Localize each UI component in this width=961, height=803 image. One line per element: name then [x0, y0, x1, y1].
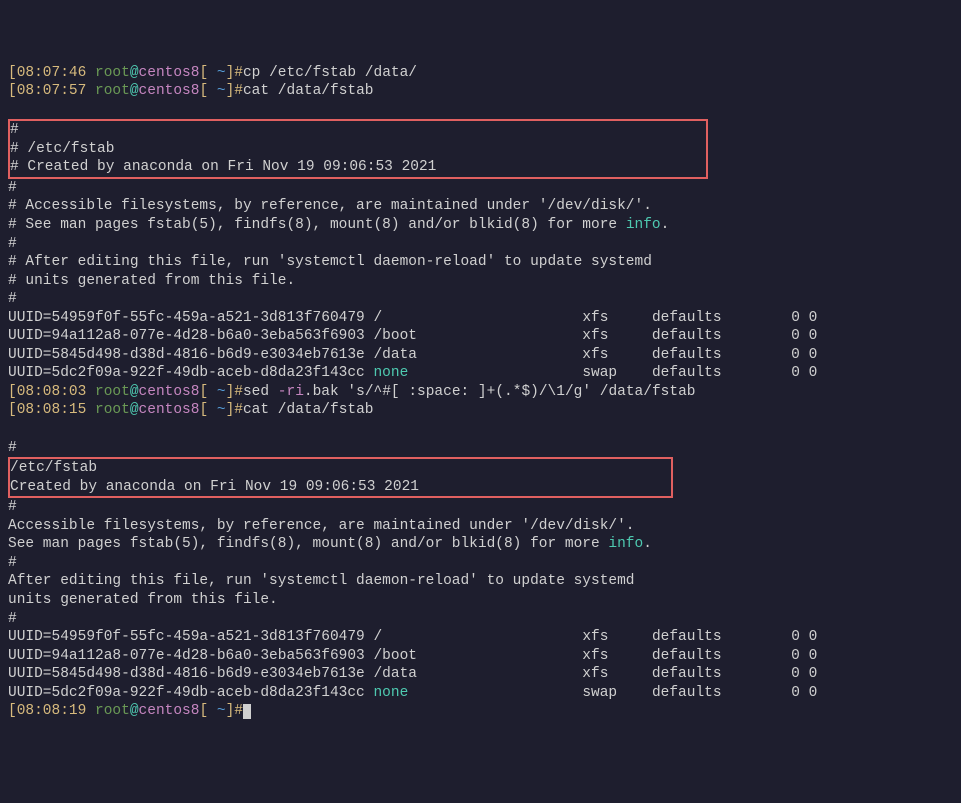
comment-line: # See man pages fstab(5), findfs(8), mou…: [8, 217, 669, 233]
comment-line: #: [8, 180, 17, 196]
comment-line: #: [8, 611, 17, 627]
comment-line: #: [8, 291, 17, 307]
comment-line: # After editing this file, run 'systemct…: [8, 254, 652, 270]
info-link: info: [608, 536, 643, 552]
comment-line: #: [8, 555, 17, 571]
prompt-line[interactable]: [08:08:19 root@centos8[ ~]#: [8, 703, 251, 719]
terminal-output: [08:07:46 root@centos8[ ~]#cp /etc/fstab…: [8, 64, 953, 721]
output-line: units generated from this file.: [8, 592, 278, 608]
fstab-row: UUID=5dc2f09a-922f-49db-aceb-d8da23f143c…: [8, 365, 817, 381]
fstab-row: UUID=94a112a8-077e-4d28-b6a0-3eba563f690…: [8, 648, 817, 664]
command-text: cat /data/fstab: [243, 83, 374, 99]
cursor[interactable]: [243, 704, 251, 719]
output-line: See man pages fstab(5), findfs(8), mount…: [8, 536, 652, 552]
fstab-row: UUID=54959f0f-55fc-459a-a521-3d813f76047…: [8, 310, 817, 326]
fstab-row: UUID=5dc2f09a-922f-49db-aceb-d8da23f143c…: [8, 685, 817, 701]
prompt-line: [08:07:46 root@centos8[ ~]#cp /etc/fstab…: [8, 65, 417, 81]
comment-line: #: [10, 122, 19, 138]
comment-line: #: [8, 440, 17, 456]
fstab-row: UUID=54959f0f-55fc-459a-a521-3d813f76047…: [8, 629, 817, 645]
comment-line: # /etc/fstab: [10, 141, 114, 157]
comment-line: #: [8, 236, 17, 252]
command-text: sed -ri.bak 's/^#[ :space: ]+(.*$)/\1/g'…: [243, 384, 696, 400]
prompt-line: [08:08:03 root@centos8[ ~]#sed -ri.bak '…: [8, 384, 695, 400]
fstab-row: UUID=5845d498-d38d-4816-b6d9-e3034eb7613…: [8, 347, 817, 363]
fstab-row: UUID=5845d498-d38d-4816-b6d9-e3034eb7613…: [8, 666, 817, 682]
prompt-line: [08:07:57 root@centos8[ ~]#cat /data/fst…: [8, 83, 374, 99]
output-line: Created by anaconda on Fri Nov 19 09:06:…: [10, 479, 419, 495]
command-text: cat /data/fstab: [243, 402, 374, 418]
output-line: /etc/fstab: [10, 460, 97, 476]
output-line: Accessible filesystems, by reference, ar…: [8, 518, 635, 534]
comment-line: # Accessible filesystems, by reference, …: [8, 198, 652, 214]
info-link: info: [626, 217, 661, 233]
prompt-line: [08:08:15 root@centos8[ ~]#cat /data/fst…: [8, 402, 374, 418]
command-text: cp /etc/fstab /data/: [243, 65, 417, 81]
fstab-row: UUID=94a112a8-077e-4d28-b6a0-3eba563f690…: [8, 328, 817, 344]
highlight-box-1: # # /etc/fstab # Created by anaconda on …: [8, 119, 708, 179]
comment-line: # units generated from this file.: [8, 273, 295, 289]
comment-line: # Created by anaconda on Fri Nov 19 09:0…: [10, 159, 436, 175]
comment-line: #: [8, 499, 17, 515]
output-line: After editing this file, run 'systemctl …: [8, 573, 635, 589]
highlight-box-2: /etc/fstab Created by anaconda on Fri No…: [8, 457, 673, 498]
